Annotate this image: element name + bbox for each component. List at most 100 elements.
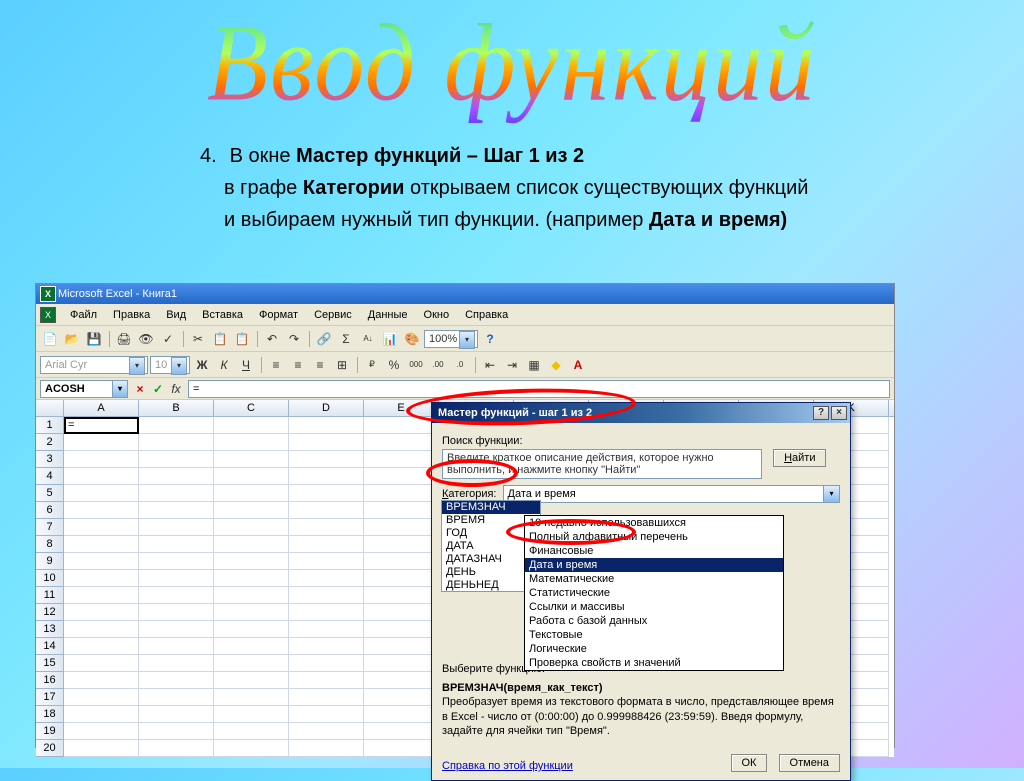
cell[interactable] xyxy=(139,553,214,570)
select-all-corner[interactable] xyxy=(36,400,64,416)
cell[interactable] xyxy=(64,553,139,570)
cell[interactable] xyxy=(289,451,364,468)
cell[interactable] xyxy=(364,740,439,757)
dropdown-option[interactable]: Ссылки и массивы xyxy=(525,600,783,614)
chart-icon[interactable]: 📊 xyxy=(380,329,400,349)
cell[interactable] xyxy=(139,434,214,451)
cell[interactable] xyxy=(214,706,289,723)
row-header[interactable]: 3 xyxy=(36,451,64,468)
cell[interactable] xyxy=(214,519,289,536)
cell[interactable] xyxy=(364,587,439,604)
cell[interactable] xyxy=(289,689,364,706)
spell-icon[interactable]: ✓ xyxy=(158,329,178,349)
cell[interactable] xyxy=(289,604,364,621)
function-item[interactable]: ВРЕМЗНАЧ xyxy=(442,501,540,514)
col-header[interactable]: A xyxy=(64,400,139,416)
cell[interactable] xyxy=(139,587,214,604)
cell[interactable] xyxy=(214,417,289,434)
comma-icon[interactable]: 000 xyxy=(406,355,426,375)
dropdown-option[interactable]: Полный алфавитный перечень xyxy=(525,530,783,544)
sort-icon[interactable]: A↓ xyxy=(358,329,378,349)
cell[interactable] xyxy=(364,468,439,485)
dropdown-option[interactable]: 10 недавно использовавшихся xyxy=(525,516,783,530)
cell[interactable] xyxy=(64,706,139,723)
cell[interactable] xyxy=(289,587,364,604)
cell[interactable] xyxy=(289,621,364,638)
cell[interactable] xyxy=(289,468,364,485)
merge-icon[interactable]: ⊞ xyxy=(332,355,352,375)
row-header[interactable]: 13 xyxy=(36,621,64,638)
cell[interactable] xyxy=(64,451,139,468)
row-header[interactable]: 8 xyxy=(36,536,64,553)
cell[interactable] xyxy=(289,502,364,519)
cell[interactable] xyxy=(214,536,289,553)
menu-edit[interactable]: Правка xyxy=(105,309,158,321)
cell[interactable] xyxy=(64,570,139,587)
cell[interactable] xyxy=(364,723,439,740)
copy-icon[interactable]: 📋 xyxy=(210,329,230,349)
cell[interactable] xyxy=(139,604,214,621)
save-icon[interactable]: 💾 xyxy=(84,329,104,349)
cell[interactable] xyxy=(64,536,139,553)
menu-file[interactable]: Файл xyxy=(62,309,105,321)
cut-icon[interactable]: ✂ xyxy=(188,329,208,349)
cell[interactable] xyxy=(214,587,289,604)
cell[interactable] xyxy=(64,672,139,689)
menu-tools[interactable]: Сервис xyxy=(306,309,360,321)
italic-icon[interactable]: К xyxy=(214,355,234,375)
cell[interactable] xyxy=(64,604,139,621)
menu-view[interactable]: Вид xyxy=(158,309,194,321)
cell[interactable] xyxy=(364,485,439,502)
sum-icon[interactable]: Σ xyxy=(336,329,356,349)
fontsize-combo[interactable]: 10 xyxy=(150,356,190,374)
row-header[interactable]: 7 xyxy=(36,519,64,536)
cell[interactable] xyxy=(214,451,289,468)
cell[interactable] xyxy=(139,723,214,740)
cell[interactable] xyxy=(139,536,214,553)
cell[interactable] xyxy=(64,723,139,740)
cell[interactable] xyxy=(64,468,139,485)
cell[interactable] xyxy=(289,655,364,672)
cell[interactable] xyxy=(139,706,214,723)
align-center-icon[interactable]: ≡ xyxy=(288,355,308,375)
row-header[interactable]: 9 xyxy=(36,553,64,570)
help-link[interactable]: Справка по этой функции xyxy=(442,760,573,772)
row-header[interactable]: 19 xyxy=(36,723,64,740)
cell[interactable] xyxy=(139,740,214,757)
cell[interactable] xyxy=(139,638,214,655)
link-icon[interactable]: 🔗 xyxy=(314,329,334,349)
menu-help[interactable]: Справка xyxy=(457,309,516,321)
dropdown-option[interactable]: Статистические xyxy=(525,586,783,600)
cell[interactable] xyxy=(289,553,364,570)
search-textarea[interactable]: Введите краткое описание действия, котор… xyxy=(442,449,762,479)
menu-insert[interactable]: Вставка xyxy=(194,309,251,321)
col-header[interactable]: D xyxy=(289,400,364,416)
category-dropdown[interactable]: 10 недавно использовавшихсяПолный алфави… xyxy=(524,515,784,671)
cell[interactable] xyxy=(64,638,139,655)
cell[interactable] xyxy=(214,740,289,757)
cell[interactable] xyxy=(139,485,214,502)
fontcolor-icon[interactable]: A xyxy=(568,355,588,375)
cell[interactable] xyxy=(364,689,439,706)
dropdown-option[interactable]: Проверка свойств и значений xyxy=(525,656,783,670)
col-header[interactable]: B xyxy=(139,400,214,416)
row-header[interactable]: 20 xyxy=(36,740,64,757)
row-header[interactable]: 5 xyxy=(36,485,64,502)
cell[interactable] xyxy=(64,587,139,604)
cell[interactable] xyxy=(214,553,289,570)
cell[interactable] xyxy=(289,417,364,434)
cell[interactable] xyxy=(214,502,289,519)
cell[interactable] xyxy=(139,672,214,689)
cell[interactable] xyxy=(214,621,289,638)
cell[interactable] xyxy=(364,706,439,723)
indent-dec-icon[interactable]: ⇤ xyxy=(480,355,500,375)
cell[interactable] xyxy=(139,468,214,485)
dialog-titlebar[interactable]: Мастер функций - шаг 1 из 2 ? × xyxy=(432,403,850,423)
row-header[interactable]: 16 xyxy=(36,672,64,689)
currency-icon[interactable]: ₽ xyxy=(362,355,382,375)
row-header[interactable]: 18 xyxy=(36,706,64,723)
cell[interactable] xyxy=(364,502,439,519)
cell[interactable] xyxy=(214,638,289,655)
cell[interactable] xyxy=(364,536,439,553)
undo-icon[interactable]: ↶ xyxy=(262,329,282,349)
